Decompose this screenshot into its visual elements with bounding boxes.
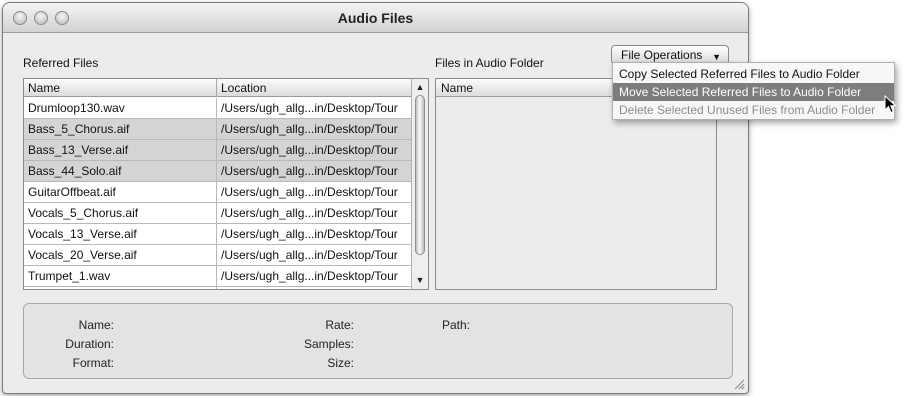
file-location-cell: /Users/ugh_allg...in/Desktop/Tour [221,164,398,178]
file-name-cell: Bass_44_Solo.aif [24,161,217,181]
table-row[interactable]: Drumloop130.wav/Users/ugh_allg...in/Desk… [24,98,412,119]
menu-item-move-referred[interactable]: Move Selected Referred Files to Audio Fo… [613,83,894,101]
name-label: Name: [78,318,114,332]
file-name-cell: Bass_13_Verse.aif [24,140,217,160]
size-label: Size: [327,356,354,370]
column-header-location[interactable]: Location [217,79,412,97]
file-name-cell: Vocals_20_Verse.aif [24,245,217,265]
duration-label: Duration: [65,337,114,351]
referred-files-table[interactable]: Name Location Drumloop130.wav/Users/ugh_… [23,78,429,290]
file-location-cell: /Users/ugh_allg...in/Desktop/Tour [221,185,398,199]
scroll-up-arrow-icon[interactable]: ▲ [412,81,428,94]
resize-grip-icon[interactable] [733,378,745,390]
table-row[interactable]: Bass_44_Solo.aif/Users/ugh_allg...in/Des… [24,161,412,182]
column-header-name[interactable]: Name [24,79,217,97]
table-row[interactable]: GuitarOffbeat.aif/Users/ugh_allg...in/De… [24,182,412,203]
rate-label: Rate: [325,318,354,332]
file-location-cell: /Users/ugh_allg...in/Desktop/Tour [221,101,398,115]
audio-folder-label: Files in Audio Folder [435,56,544,70]
table-row[interactable]: Vocals_20_Verse.aif/Users/ugh_allg...in/… [24,245,412,266]
file-name-cell: GuitarOffbeat.aif [24,182,217,202]
audio-files-window: Audio Files Referred Files Files in Audi… [2,2,749,394]
path-label: Path: [442,318,471,332]
file-location-cell: /Users/ugh_allg...in/Desktop/Tour [221,206,398,220]
vertical-scrollbar[interactable]: ▲ ▼ [411,79,428,289]
referred-files-label: Referred Files [23,56,99,70]
table-row[interactable]: Trumpet_2.../Users/ugh_allg...in/Desktop… [24,287,412,289]
file-operations-label: File Operations [621,48,703,62]
file-location-cell: /Users/ugh_allg...in/Desktop/Tour [221,269,398,283]
table-row[interactable]: Vocals_5_Chorus.aif/Users/ugh_allg...in/… [24,203,412,224]
window-title: Audio Files [337,10,414,26]
file-name-cell: Trumpet_1.wav [24,266,217,286]
scroll-thumb[interactable] [415,95,425,255]
file-location-cell: /Users/ugh_allg...in/Desktop/Tour [221,122,398,136]
file-name-cell: Trumpet_2... [24,287,217,289]
mouse-pointer-icon [884,95,897,114]
table-row[interactable]: Trumpet_1.wav/Users/ugh_allg...in/Deskto… [24,266,412,287]
file-name-cell: Vocals_5_Chorus.aif [24,203,217,223]
menu-item-copy-referred[interactable]: Copy Selected Referred Files to Audio Fo… [613,65,894,83]
table-row[interactable]: Vocals_13_Verse.aif/Users/ugh_allg...in/… [24,224,412,245]
table-row[interactable]: Bass_13_Verse.aif/Users/ugh_allg...in/De… [24,140,412,161]
title-bar[interactable]: Audio Files [3,3,748,33]
file-location-cell: /Users/ugh_allg...in/Desktop/Tour [217,287,412,289]
file-location-cell: /Users/ugh_allg...in/Desktop/Tour [221,227,398,241]
file-operations-menu: Copy Selected Referred Files to Audio Fo… [612,62,895,120]
file-location-cell: /Users/ugh_allg...in/Desktop/Tour [221,248,398,262]
file-name-cell: Bass_5_Chorus.aif [24,119,217,139]
table-row[interactable]: Bass_5_Chorus.aif/Users/ugh_allg...in/De… [24,119,412,140]
file-location-cell: /Users/ugh_allg...in/Desktop/Tour [221,143,398,157]
file-info-panel: Name: Duration: Format: Rate: Samples: S… [23,303,733,379]
table-header: Name Location [24,79,412,97]
scroll-down-arrow-icon[interactable]: ▼ [412,274,428,287]
table-rows: Drumloop130.wav/Users/ugh_allg...in/Desk… [24,98,412,289]
samples-label: Samples: [303,337,354,351]
format-label: Format: [72,356,114,370]
file-name-cell: Drumloop130.wav [24,98,217,118]
file-name-cell: Vocals_13_Verse.aif [24,224,217,244]
menu-item-delete-unused: Delete Selected Unused Files from Audio … [619,103,876,117]
